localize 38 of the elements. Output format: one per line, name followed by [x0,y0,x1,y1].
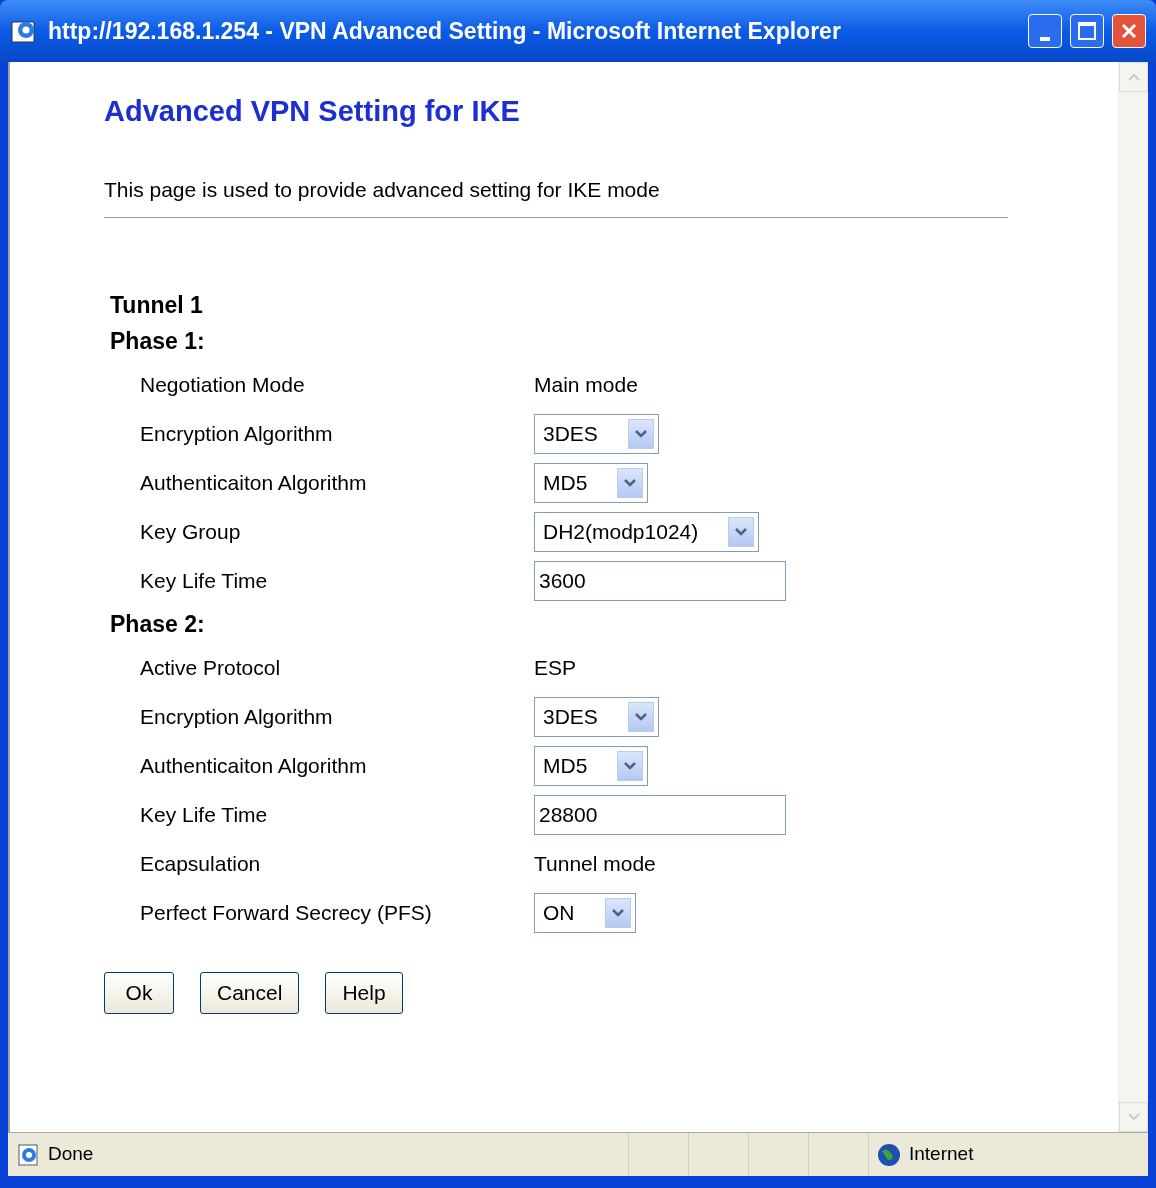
dropdown[interactable]: ON [534,893,636,933]
form-button[interactable]: Cancel [200,971,300,1014]
field-label: Authenticaiton Algorithm [140,753,368,780]
field-label: Ecapsulation [140,851,262,878]
field-label: Encryption Algorithm [140,421,334,448]
input-field[interactable]: 3600 [534,561,786,601]
page-description: This page is used to provide advanced setting for IKE mode [104,173,1008,218]
field-label: Negotiation Mode [140,372,306,399]
field-label: Authenticaiton Algorithm [140,470,368,497]
dropdown[interactable]: DH2(modp1024) [534,512,760,552]
minimize-button[interactable] [1028,14,1062,48]
dropdown[interactable]: MD5 [534,463,649,503]
window-title: http://192.168.1.254 - VPN Advanced Setting - Microsoft Internet Explorer [48,16,842,46]
phase-title: Phase 2: [110,610,205,640]
dropdown[interactable]: 3DES [534,414,659,454]
input-field[interactable]: 28800 [534,795,786,835]
dropdown[interactable]: 3DES [534,697,659,737]
field-label: Active Protocol [140,655,282,682]
dropdown[interactable]: MD5 [534,746,649,786]
field-label: Encryption Algorithm [140,704,334,731]
value-text: Tunnel mode [534,851,656,878]
value-text: Main mode [534,372,638,399]
field-label: Key Group [140,519,242,546]
zone-text: Internet [909,1142,974,1167]
maximize-button[interactable] [1070,14,1104,48]
form-button[interactable]: Ok [104,971,174,1014]
page-heading: Advanced VPN Setting for IKE [104,94,521,129]
field-label: Perfect Forward Secrecy (PFS) [140,900,433,927]
tunnel-title: Tunnel 1 [110,291,203,320]
form-button[interactable]: Help [325,971,403,1014]
field-label: Key Life Time [140,802,269,829]
phase-title: Phase 1: [110,327,205,357]
field-label: Key Life Time [140,568,269,595]
globe-icon [877,1142,901,1167]
status-text: Done [48,1142,95,1167]
close-button[interactable] [1112,14,1146,48]
close-icon [1120,22,1138,40]
value-text: ESP [534,655,577,682]
